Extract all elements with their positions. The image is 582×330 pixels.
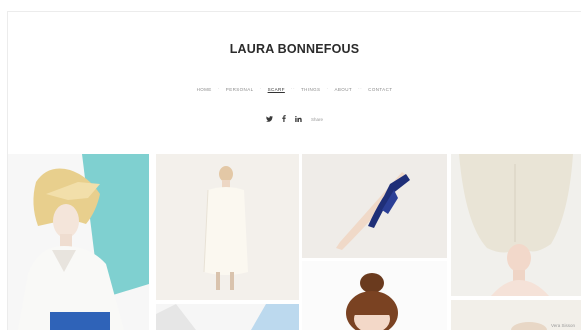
twitter-icon[interactable] (265, 115, 273, 124)
gallery-photo-bottom-right[interactable]: Vera Sisson (451, 300, 581, 330)
photo-credit: Vera Sisson (550, 323, 575, 328)
gallery-photo-blonde-jacket[interactable] (8, 154, 149, 330)
nav-item-things[interactable]: THINGS (295, 87, 326, 92)
site-title[interactable]: LAURA BONNEFOUS (8, 42, 581, 56)
portfolio-gallery: Vera Sisson (8, 154, 581, 330)
gallery-photo-blue-shapes[interactable] (156, 304, 299, 330)
gallery-photo-red-hair-bun[interactable] (302, 261, 447, 330)
nav-item-personal[interactable]: PERSONAL (220, 87, 260, 92)
site-header: LAURA BONNEFOUS HOME · PERSONAL · SCARF … (8, 12, 581, 154)
nav-item-contact[interactable]: CONTACT (362, 87, 398, 92)
social-links: Share (8, 115, 581, 124)
nav-item-scarf[interactable]: SCARF (262, 87, 291, 92)
main-navigation: HOME · PERSONAL · SCARF · · THINGS · ABO… (8, 86, 581, 92)
gallery-photo-pants-over-head[interactable] (451, 154, 581, 296)
nav-item-about[interactable]: ABOUT (329, 87, 359, 92)
facebook-icon[interactable] (282, 115, 286, 124)
gallery-photo-white-coat[interactable] (156, 154, 299, 300)
page-frame: LAURA BONNEFOUS HOME · PERSONAL · SCARF … (7, 11, 581, 330)
share-label[interactable]: Share (311, 117, 323, 122)
nav-item-home[interactable]: HOME (191, 87, 218, 92)
gallery-photo-blue-scarf-leg[interactable] (302, 154, 447, 258)
linkedin-icon[interactable] (295, 115, 302, 124)
